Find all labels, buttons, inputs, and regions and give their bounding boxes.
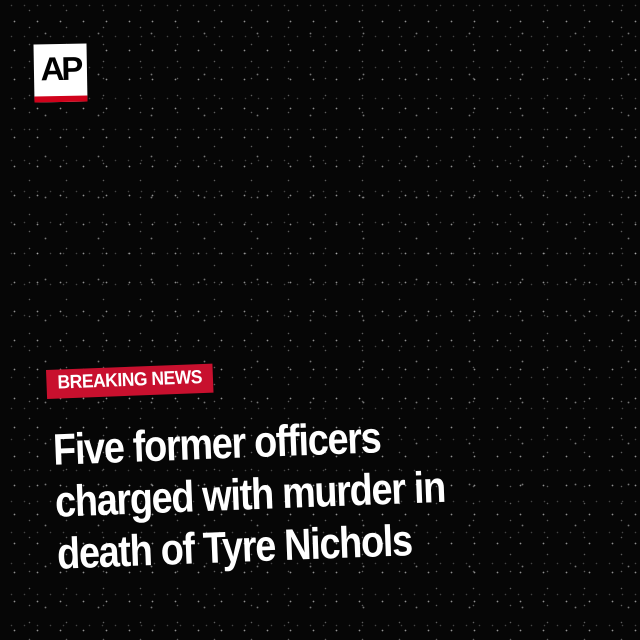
ap-logo-red-bar bbox=[34, 95, 88, 103]
breaking-news-badge: BREAKING NEWS bbox=[46, 363, 214, 399]
breaking-news-card: AP BREAKING NEWS Five former officers ch… bbox=[0, 0, 640, 640]
ap-logo: AP bbox=[33, 43, 88, 103]
ap-logo-text: AP bbox=[40, 49, 81, 88]
headline: Five former officers charged with murder… bbox=[52, 404, 591, 580]
headline-block: BREAKING NEWS Five former officers charg… bbox=[46, 348, 624, 581]
